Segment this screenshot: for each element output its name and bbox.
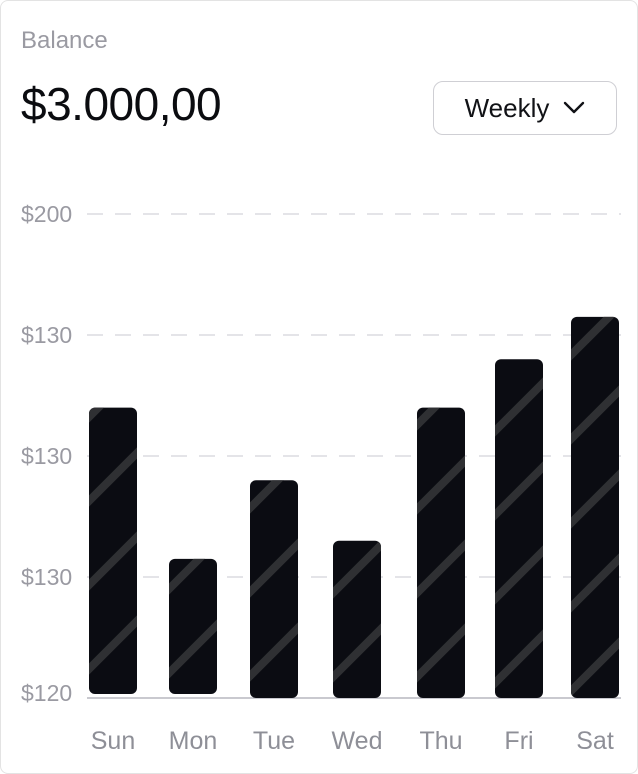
x-axis-labels: Sun Mon Tue Wed Thu Fri Sat xyxy=(91,727,614,755)
bar-stripe-pattern xyxy=(250,480,298,698)
x-tick-label: Wed xyxy=(332,727,383,755)
bar-tue xyxy=(250,480,298,698)
bar-stripe-pattern xyxy=(333,540,381,698)
bar-stripe-pattern xyxy=(89,407,137,694)
bar-sun xyxy=(89,407,137,694)
x-tick-label: Fri xyxy=(504,727,533,755)
bar-stripe-pattern xyxy=(495,359,543,698)
y-tick-label: $130 xyxy=(21,322,72,348)
bar-mon xyxy=(169,558,217,694)
balance-card: Balance $3.000,00 Weekly $200 $130 $130 $13… xyxy=(0,0,638,774)
balance-bar-chart: $200$130$130$130$120 Sun Mon Tue Wed Thu Fri S… xyxy=(21,201,621,755)
y-tick-label: $200 xyxy=(21,201,72,227)
y-tick-label: $120 xyxy=(21,680,72,706)
y-axis-ticks: $200 $130 $130 $130 $120 xyxy=(21,201,72,706)
bar-thu xyxy=(417,407,465,698)
x-tick-label: Tue xyxy=(253,727,295,755)
x-tick-label: Sat xyxy=(576,727,614,755)
bar-sat xyxy=(571,316,619,698)
x-tick-label: Thu xyxy=(419,727,462,755)
x-tick-label: Mon xyxy=(169,727,218,755)
bar-stripe-pattern xyxy=(169,558,217,694)
bars xyxy=(89,316,619,698)
bar-wed xyxy=(333,540,381,698)
bar-fri xyxy=(495,359,543,698)
bar-stripe-pattern xyxy=(571,316,619,698)
y-tick-label: $130 xyxy=(21,564,72,590)
y-tick-label: $130 xyxy=(21,443,72,469)
x-tick-label: Sun xyxy=(91,727,135,755)
bar-stripe-pattern xyxy=(417,407,465,698)
